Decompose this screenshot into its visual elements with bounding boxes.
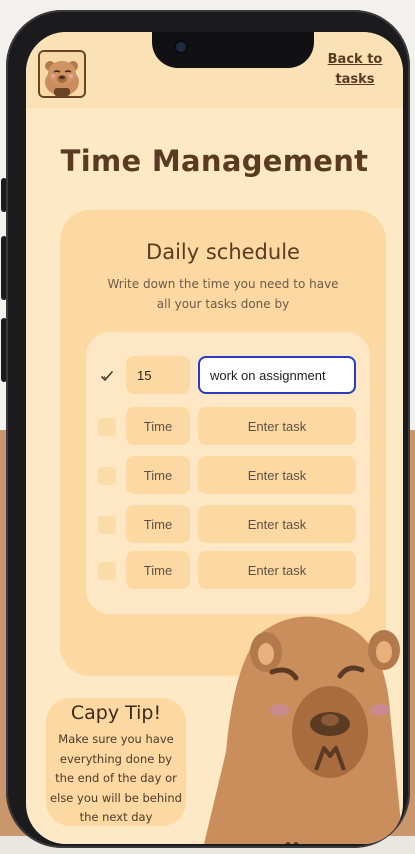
capybara-avatar-icon[interactable]	[38, 50, 86, 98]
time-input[interactable]: Time	[126, 456, 190, 494]
back-to-tasks-link[interactable]: Back to tasks	[325, 50, 385, 90]
app-screen: Back to tasks Time Management Daily sche…	[26, 32, 403, 844]
task-row: Time Enter task	[86, 407, 370, 445]
tip-body: Make sure you have everything done by th…	[50, 732, 182, 824]
task-checkbox[interactable]	[98, 467, 116, 485]
task-row: Time Enter task	[86, 551, 370, 589]
checkmark-icon	[100, 370, 114, 382]
task-input[interactable]: work on assignment	[198, 356, 356, 394]
schedule-subtitle: Write down the time you need to have all…	[107, 277, 339, 311]
phone-frame: Back to tasks Time Management Daily sche…	[6, 10, 410, 848]
task-checkbox[interactable]	[98, 516, 116, 534]
time-input[interactable]: Time	[126, 551, 190, 589]
task-row: 15 work on assignment	[86, 356, 370, 394]
time-input[interactable]: Time	[126, 407, 190, 445]
task-checkbox[interactable]	[98, 562, 116, 580]
page-title: Time Management	[60, 144, 369, 178]
schedule-heading: Daily schedule	[146, 240, 300, 264]
task-input[interactable]: Enter task	[198, 505, 356, 543]
task-checkbox[interactable]	[98, 367, 116, 385]
task-row: Time Enter task	[86, 505, 370, 543]
time-input[interactable]: Time	[126, 505, 190, 543]
tip-title: Capy Tip!	[70, 702, 162, 724]
capybara-illustration	[204, 616, 403, 844]
phone-notch	[152, 32, 314, 68]
task-input[interactable]: Enter task	[198, 407, 356, 445]
task-row: Time Enter task	[86, 456, 370, 494]
task-input[interactable]: Enter task	[198, 551, 356, 589]
task-list-panel: 15 work on assignment Time Enter task Ti…	[86, 332, 370, 614]
time-input[interactable]: 15	[126, 356, 190, 394]
camera-icon	[176, 42, 186, 52]
task-checkbox[interactable]	[98, 418, 116, 436]
capy-tip-card: Capy Tip! Make sure you have everything …	[46, 698, 186, 826]
capybara-avatar-art	[40, 52, 84, 96]
stage: Back to tasks Time Management Daily sche…	[0, 0, 415, 854]
task-input[interactable]: Enter task	[198, 456, 356, 494]
